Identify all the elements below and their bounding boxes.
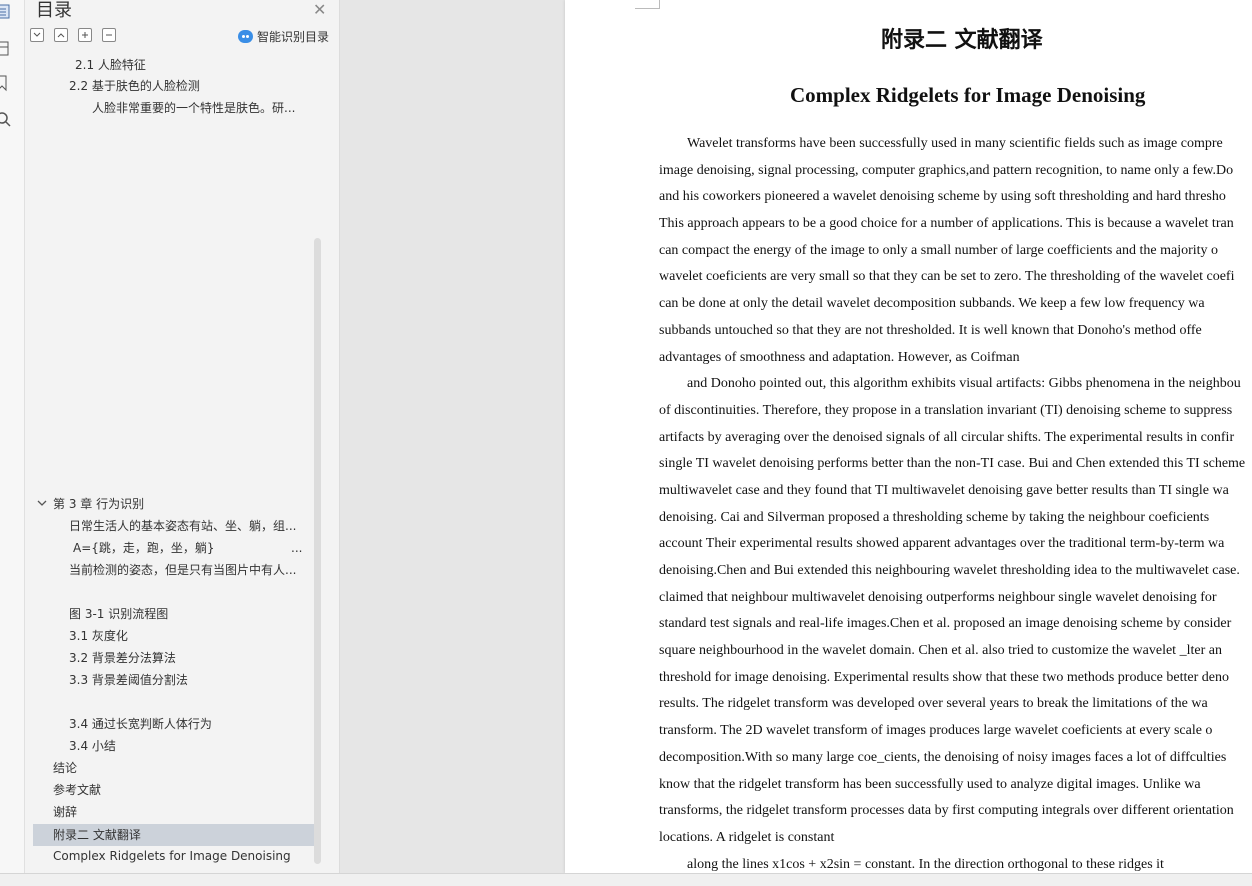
left-icon-strip — [0, 0, 25, 873]
close-icon[interactable]: ✕ — [313, 0, 326, 19]
toc-item[interactable]: 2.2 基于肤色的人脸检测 — [69, 78, 200, 94]
document-line: artifacts by averaging over the denoised… — [659, 429, 1235, 445]
document-line: wavelet coeficients are very small so th… — [659, 269, 1235, 285]
document-body: Wavelet transforms have been successfull… — [659, 131, 1252, 873]
toc-icon[interactable] — [0, 2, 20, 24]
document-line: decomposition.With so many large coe_cie… — [659, 749, 1227, 765]
document-line: Wavelet transforms have been successfull… — [687, 136, 1223, 151]
toc-list: 2.1 人脸特征 2.2 基于肤色的人脸检测 人脸非常重要的一个特性是肤色。研.… — [25, 0, 315, 873]
document-line: standard test signals and real-life imag… — [659, 616, 1232, 632]
toc-pane: 目录 ✕ 智能识别目录 2.1 人脸特征 2.2 基于肤色的人脸检测 人脸非常重… — [25, 0, 340, 873]
toc-ellipsis: ... — [291, 541, 303, 555]
toc-item[interactable]: Complex Ridgelets for Image Denoising — [53, 848, 291, 864]
bookmark-icon[interactable] — [0, 72, 20, 94]
toc-item[interactable]: 图 3-1 识别流程图 — [69, 606, 168, 622]
document-page: 附录二 文献翻译 Complex Ridgelets for Image Den… — [565, 0, 1252, 873]
document-line: image denoising, signal processing, comp… — [659, 162, 1234, 178]
toc-item[interactable]: 当前检测的姿态，但是只有当图片中有人... — [69, 562, 303, 578]
toc-item[interactable]: 结论 — [53, 760, 77, 776]
document-line: can compact the energy of the image to o… — [659, 242, 1219, 258]
toc-item[interactable]: 3.4 通过长宽判断人体行为 — [69, 716, 212, 732]
toc-scrollbar[interactable] — [314, 238, 321, 864]
document-line: claimed that neighbour multiwavelet deno… — [659, 589, 1217, 605]
chevron-down-icon[interactable] — [37, 498, 47, 511]
document-line: square neighbourhood in the wavelet doma… — [659, 643, 1222, 659]
document-line: account Their experimental results showe… — [659, 536, 1225, 552]
toc-item[interactable]: 谢辞 — [53, 804, 77, 820]
document-line: advantages of smoothness and adaptation.… — [659, 349, 1020, 365]
document-line: subbands untouched so that they are not … — [659, 322, 1202, 338]
page-corner-mark — [635, 0, 660, 9]
document-line: results. The ridgelet transform was deve… — [659, 696, 1208, 712]
search-icon[interactable] — [0, 108, 20, 130]
page-icon[interactable] — [0, 38, 20, 60]
document-line: single TI wavelet denoising performs bet… — [659, 456, 1246, 472]
document-line: This approach appears to be a good choic… — [659, 216, 1234, 232]
toc-item[interactable]: A={跳，走，跑，坐，躺} — [73, 540, 215, 556]
toc-item[interactable]: 第 3 章 行为识别 — [53, 496, 144, 512]
document-line: transforms, the ridgelet transform proce… — [659, 803, 1234, 819]
document-line: know that the ridgelet transform has bee… — [659, 776, 1201, 792]
document-line: denoising.Chen and Bui extended this nei… — [659, 563, 1240, 578]
toc-item[interactable]: 3.4 小结 — [69, 738, 116, 754]
document-line: transform. The 2D wavelet transform of i… — [659, 723, 1213, 739]
document-line: locations. A ridgelet is constant — [659, 829, 835, 845]
status-bar — [0, 873, 1252, 886]
toc-item[interactable]: 日常生活人的基本姿态有站、坐、躺，组... — [69, 518, 303, 534]
document-line: can be done at only the detail wavelet d… — [659, 296, 1205, 312]
toc-item[interactable]: 3.2 背景差分法算法 — [69, 650, 176, 666]
document-line: threshold for image denoising. Experimen… — [659, 669, 1229, 685]
document-line: denoising. Cai and Silverman proposed a … — [659, 509, 1210, 525]
document-line: of discontinuities. Therefore, they prop… — [659, 402, 1233, 418]
paper-title: Complex Ridgelets for Image Denoising — [790, 83, 1145, 108]
appendix-heading: 附录二 文献翻译 — [881, 28, 1043, 53]
toc-item-selected[interactable]: 附录二 文献翻译 — [33, 824, 315, 846]
toc-item[interactable]: 3.3 背景差阈值分割法 — [69, 672, 188, 688]
toc-item[interactable]: 2.1 人脸特征 — [75, 57, 146, 73]
toc-item[interactable]: 人脸非常重要的一个特性是肤色。研... — [92, 100, 302, 116]
paper-title-text: Complex Ridgelets for Image Denoising — [790, 83, 1146, 107]
document-line: multiwavelet case and they found that TI… — [659, 482, 1229, 498]
toc-item[interactable]: 3.1 灰度化 — [69, 628, 128, 644]
document-line: and his coworkers pioneered a wavelet de… — [659, 189, 1226, 205]
document-line: and Donoho pointed out, this algorithm e… — [687, 376, 1241, 392]
document-line: along the lines x1cos + x2sin = constant… — [687, 856, 1164, 872]
toc-item[interactable]: 参考文献 — [53, 782, 101, 798]
